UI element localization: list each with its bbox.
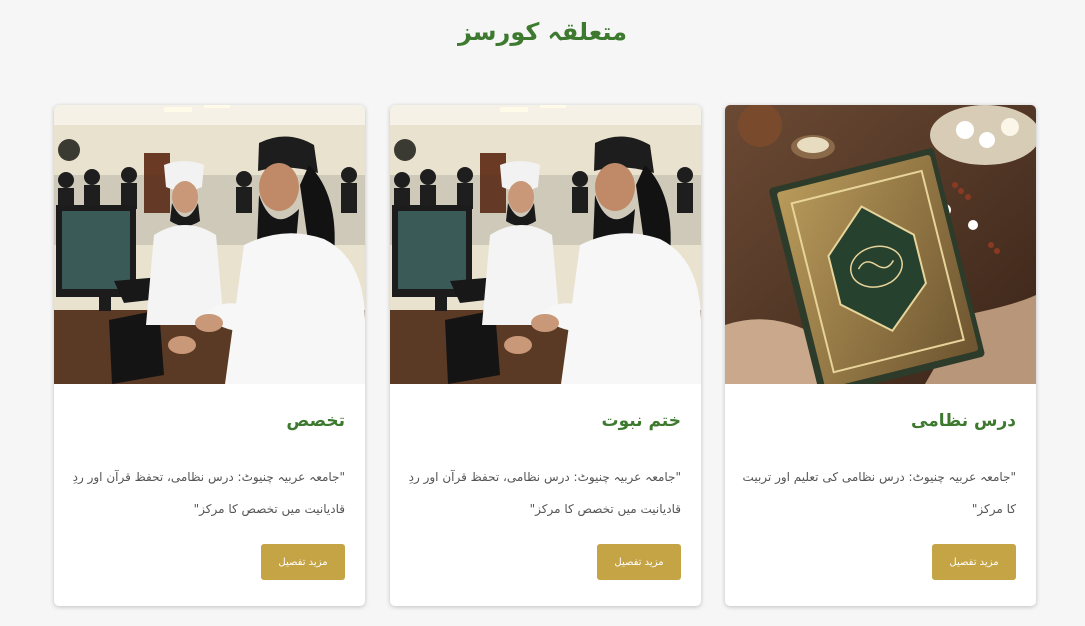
course-card-takhassus: تخصص "جامعہ عربیہ چنیوٹ: درس نظامی، تحفظ…: [54, 105, 365, 606]
course-description: "جامعہ عربیہ چنیوٹ: درس نظامی، تحفظ قرآن…: [408, 470, 681, 516]
course-title: تخصص: [286, 411, 345, 431]
quran-book-image: [725, 105, 1036, 384]
more-details-button[interactable]: مزید تفصیل: [932, 544, 1016, 580]
course-description: "جامعہ عربیہ چنیوٹ: درس نظامی کی تعلیم ا…: [742, 470, 1016, 516]
course-title: ختم نبوت: [601, 411, 681, 431]
students-computer-lab-image: [54, 105, 365, 384]
course-description: "جامعہ عربیہ چنیوٹ: درس نظامی، تحفظ قرآن…: [72, 470, 345, 516]
course-card-khatm-nabuwat: ختم نبوت "جامعہ عربیہ چنیوٹ: درس نظامی، …: [390, 105, 701, 606]
more-details-button[interactable]: مزید تفصیل: [261, 544, 345, 580]
section-title: متعلقہ کورسز: [457, 18, 628, 46]
course-title: درس نظامی: [911, 411, 1016, 431]
more-details-button[interactable]: مزید تفصیل: [597, 544, 681, 580]
course-card-dars-nizami: درس نظامی "جامعہ عربیہ چنیوٹ: درس نظامی …: [725, 105, 1036, 606]
students-computer-lab-image: [390, 105, 701, 384]
